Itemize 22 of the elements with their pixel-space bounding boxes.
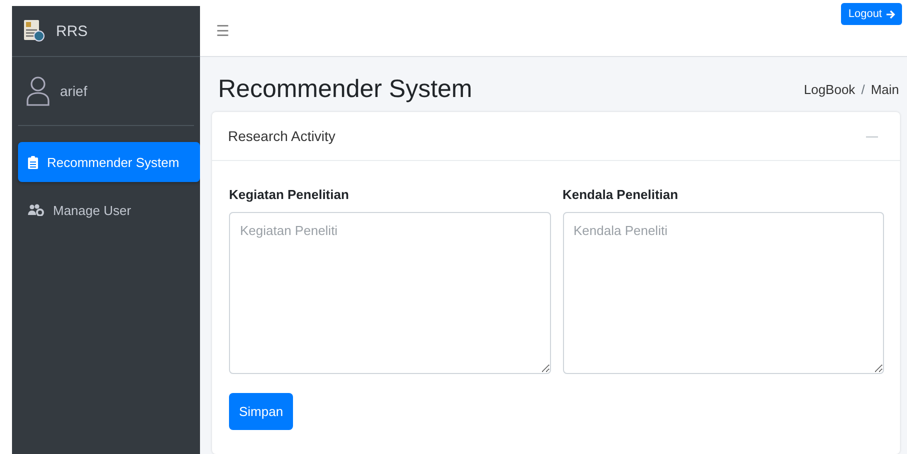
users-icon — [28, 204, 44, 216]
breadcrumb-item: Main — [870, 82, 899, 97]
logo-icon — [22, 19, 46, 43]
breadcrumb-item[interactable]: LogBook — [804, 82, 856, 97]
sidebar-item[interactable]: Manage User — [18, 190, 200, 230]
save-button[interactable]: Simpan — [229, 393, 294, 430]
user-name: arief — [60, 83, 88, 99]
sidebar-item[interactable]: Recommender System — [18, 142, 200, 182]
input-field[interactable]: Kegiatan Peneliti — [229, 212, 550, 374]
menu-icon[interactable]: ☰ — [216, 22, 229, 40]
breadcrumb-separator: / — [861, 82, 865, 97]
arrow-icon — [886, 10, 895, 18]
field-label: Kendala Penelitian — [562, 187, 680, 202]
field-label: Kegiatan Penelitian — [229, 187, 350, 202]
user-icon — [26, 76, 50, 106]
brand-name: RRS — [56, 22, 88, 40]
card-title: Research Activity — [228, 128, 336, 144]
input-field[interactable]: Kendala Peneliti — [562, 212, 884, 374]
logout-button[interactable]: Logout — [841, 3, 902, 25]
page-title: Recommender System — [218, 75, 472, 104]
clipboard-icon — [28, 156, 38, 168]
collapse-button[interactable]: — — [860, 128, 884, 144]
